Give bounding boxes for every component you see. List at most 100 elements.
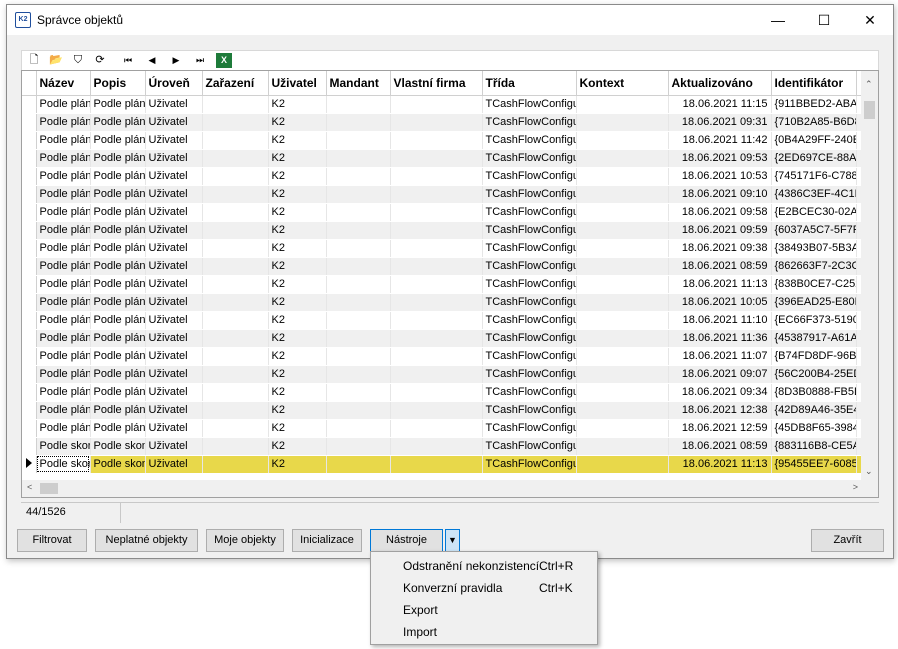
table-cell[interactable] [326, 311, 391, 330]
scroll-left-icon[interactable]: < [27, 482, 32, 492]
table-cell[interactable] [576, 221, 669, 240]
table-cell[interactable]: {38493B07-5B3A- [771, 239, 857, 258]
table-row[interactable]: Podle plán. Podle plán. Uživatel K2 TCashFlo… [22, 95, 862, 114]
table-cell[interactable]: {45DB8F65-3984- [771, 419, 857, 438]
table-cell[interactable]: TCashFlowConfigur [482, 203, 577, 222]
table-cell[interactable] [202, 311, 269, 330]
table-cell[interactable]: TCashFlowConfigur [482, 221, 577, 240]
minimize-button[interactable]: — [755, 5, 801, 35]
table-cell[interactable]: TCashFlowConfigur [482, 167, 577, 186]
table-cell[interactable] [202, 257, 269, 276]
table-cell[interactable]: Uživatel [145, 293, 203, 312]
column-header[interactable]: Název [36, 71, 91, 96]
table-cell[interactable] [576, 365, 669, 384]
table-cell[interactable]: {396EAD25-E80F- [771, 293, 857, 312]
table-cell[interactable] [576, 149, 669, 168]
table-cell[interactable] [576, 95, 669, 114]
table-cell[interactable]: K2 [268, 95, 327, 114]
table-cell[interactable] [390, 221, 483, 240]
row-indicator[interactable] [22, 365, 37, 384]
table-cell[interactable]: Podle skon [36, 437, 91, 456]
table-row[interactable]: Podle plán. Podle plán. Uživatel K2 TCashFlo… [22, 149, 862, 168]
column-header[interactable]: Identifikátor [771, 71, 857, 96]
table-cell[interactable] [202, 275, 269, 294]
table-cell[interactable]: {745171F6-C788- [771, 167, 857, 186]
table-row[interactable]: Podle plán. Podle plán. Uživatel K2 TCashFlo… [22, 113, 862, 132]
table-cell[interactable]: Podle plán. [36, 239, 91, 258]
table-cell[interactable] [576, 203, 669, 222]
prev-icon[interactable]: ◀ [144, 53, 160, 68]
table-cell[interactable]: K2 [268, 221, 327, 240]
table-cell[interactable]: K2 [268, 113, 327, 132]
table-cell[interactable]: Uživatel [145, 131, 203, 150]
table-cell[interactable]: TCashFlowConfigur [482, 293, 577, 312]
table-cell[interactable]: Podle plán. [36, 365, 91, 384]
table-cell[interactable]: Podle plán. [36, 131, 91, 150]
table-cell[interactable]: TCashFlowConfigur [482, 185, 577, 204]
table-cell[interactable]: 18.06.2021 11:15 [668, 95, 772, 114]
table-cell[interactable]: TCashFlowConfigur [482, 365, 577, 384]
table-row[interactable]: Podle plán. Podle plán. Uživatel K2 TCashFlo… [22, 347, 862, 366]
table-cell[interactable]: 18.06.2021 10:53 [668, 167, 772, 186]
open-icon[interactable]: 📂 [48, 53, 64, 68]
tools-dropdown-arrow-icon[interactable]: ▼ [445, 529, 460, 552]
table-cell[interactable] [390, 257, 483, 276]
table-cell[interactable]: K2 [268, 419, 327, 438]
table-cell[interactable] [390, 239, 483, 258]
table-cell[interactable] [202, 131, 269, 150]
table-cell[interactable] [202, 293, 269, 312]
table-cell[interactable] [326, 275, 391, 294]
table-cell[interactable]: TCashFlowConfigur [482, 257, 577, 276]
table-cell[interactable]: TCashFlowConfigur [482, 419, 577, 438]
row-indicator[interactable] [22, 455, 37, 474]
table-cell[interactable] [326, 203, 391, 222]
table-cell[interactable]: TCashFlowConfigur [482, 113, 577, 132]
table-cell[interactable]: {56C200B4-25ED- [771, 365, 857, 384]
column-header[interactable]: Zařazení [202, 71, 269, 96]
table-cell[interactable]: {4386C3EF-4C1D- [771, 185, 857, 204]
table-cell[interactable]: Uživatel [145, 329, 203, 348]
table-cell[interactable]: Podle plán. [90, 185, 146, 204]
table-cell[interactable]: K2 [268, 239, 327, 258]
row-indicator[interactable] [22, 131, 37, 150]
row-indicator[interactable] [22, 401, 37, 420]
table-cell[interactable]: TCashFlowConfigur [482, 275, 577, 294]
table-cell[interactable]: Podle plán. [36, 113, 91, 132]
table-cell[interactable] [202, 185, 269, 204]
table-cell[interactable] [576, 257, 669, 276]
table-cell[interactable] [202, 455, 269, 474]
table-cell[interactable] [202, 239, 269, 258]
table-cell[interactable]: Podle skon [36, 455, 91, 474]
maximize-button[interactable]: ☐ [801, 5, 847, 35]
horizontal-scroll-thumb[interactable] [40, 483, 58, 494]
table-cell[interactable] [326, 149, 391, 168]
row-indicator[interactable] [22, 95, 37, 114]
table-cell[interactable]: Uživatel [145, 365, 203, 384]
table-cell[interactable] [326, 437, 391, 456]
table-cell[interactable] [390, 131, 483, 150]
table-cell[interactable]: {710B2A85-B6D8- [771, 113, 857, 132]
table-cell[interactable]: Uživatel [145, 401, 203, 420]
table-cell[interactable] [390, 311, 483, 330]
table-cell[interactable] [576, 293, 669, 312]
column-header[interactable]: Kontext [576, 71, 669, 96]
table-cell[interactable] [390, 365, 483, 384]
column-header[interactable]: Vlastní firma [390, 71, 483, 96]
table-cell[interactable]: TCashFlowConfigur [482, 401, 577, 420]
table-cell[interactable] [202, 419, 269, 438]
excel-icon[interactable]: X [216, 53, 232, 68]
table-row[interactable]: Podle plán. Podle plán. Uživatel K2 TCashFlo… [22, 293, 862, 312]
table-cell[interactable] [576, 437, 669, 456]
table-cell[interactable]: Uživatel [145, 437, 203, 456]
table-cell[interactable]: Podle plán. [36, 419, 91, 438]
menu-item-export[interactable]: Export [371, 599, 597, 621]
table-cell[interactable] [326, 455, 391, 474]
table-cell[interactable]: K2 [268, 203, 327, 222]
table-cell[interactable]: Podle plán. [90, 149, 146, 168]
table-cell[interactable]: K2 [268, 149, 327, 168]
table-cell[interactable]: K2 [268, 365, 327, 384]
initialize-button[interactable]: Inicializace [292, 529, 362, 552]
table-cell[interactable]: Podle plán. [36, 95, 91, 114]
row-indicator[interactable] [22, 221, 37, 240]
first-icon[interactable]: ⏮ [120, 53, 136, 68]
